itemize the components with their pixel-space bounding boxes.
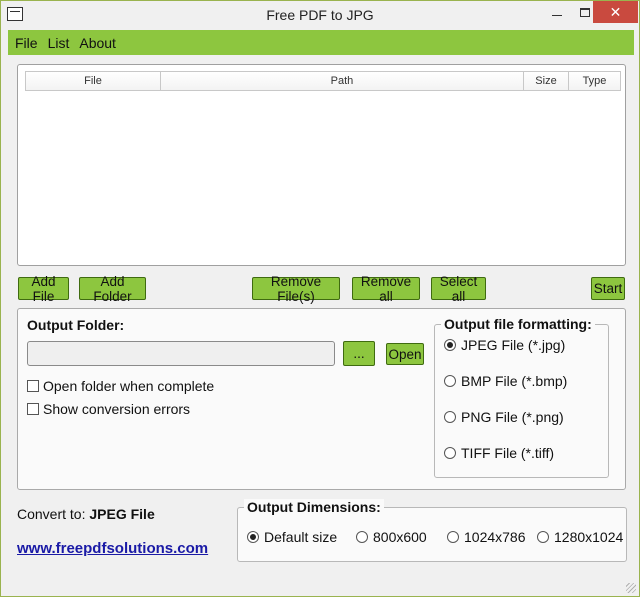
website-link[interactable]: www.freepdfsolutions.com [17, 540, 208, 557]
convert-to-label: Convert to: [17, 506, 86, 522]
dimension-option-1024x786[interactable]: 1024x786 [447, 529, 526, 545]
dimension-label-800x600: 800x600 [373, 529, 427, 545]
close-button[interactable]: ✕ [593, 1, 638, 23]
show-errors-checkbox[interactable] [27, 403, 39, 415]
open-folder-button[interactable]: Open [386, 343, 424, 365]
format-radio-png[interactable] [444, 411, 456, 423]
format-radio-tiff[interactable] [444, 447, 456, 459]
convert-to-value: JPEG File [89, 506, 155, 522]
dimension-label-1024x786: 1024x786 [464, 529, 526, 545]
format-radio-bmp[interactable] [444, 375, 456, 387]
convert-to-summary: Convert to: JPEG File [17, 506, 155, 522]
column-header-file[interactable]: File [25, 71, 161, 91]
column-header-path[interactable]: Path [161, 71, 524, 91]
output-folder-panel: Output Folder: ... Open Open folder when… [17, 308, 626, 490]
dimension-radio-800x600[interactable] [356, 531, 368, 543]
format-option-png[interactable]: PNG File (*.png) [444, 409, 564, 425]
app-window: Free PDF to JPG ✕ File List About File P… [0, 0, 640, 597]
open-when-complete-option[interactable]: Open folder when complete [27, 378, 214, 394]
format-option-tiff[interactable]: TIFF File (*.tiff) [444, 445, 554, 461]
menu-bar: File List About [8, 30, 634, 55]
output-dimensions-group: Output Dimensions: Default size 800x600 … [237, 499, 627, 562]
browse-folder-button[interactable]: ... [343, 341, 375, 366]
output-format-title: Output file formatting: [441, 316, 595, 332]
close-icon: ✕ [609, 3, 622, 20]
remove-all-button[interactable]: Remove all [352, 274, 420, 304]
dimension-radio-default[interactable] [247, 531, 259, 543]
dimension-option-default[interactable]: Default size [247, 529, 337, 545]
output-folder-input[interactable] [27, 341, 335, 366]
minimize-icon [552, 14, 562, 16]
format-radio-jpeg[interactable] [444, 339, 456, 351]
minimize-button[interactable] [543, 1, 571, 23]
format-label-tiff: TIFF File (*.tiff) [461, 445, 555, 461]
open-when-complete-label: Open folder when complete [43, 378, 215, 394]
format-option-bmp[interactable]: BMP File (*.bmp) [444, 373, 567, 389]
output-format-group: Output file formatting: JPEG File (*.jpg… [434, 316, 609, 478]
resize-grip[interactable] [626, 583, 636, 593]
dimension-radio-1024x786[interactable] [447, 531, 459, 543]
output-dimensions-title: Output Dimensions: [244, 499, 384, 515]
dimension-option-800x600[interactable]: 800x600 [356, 529, 427, 545]
file-list-header: File Path Size Type [25, 71, 621, 91]
column-header-type[interactable]: Type [569, 71, 621, 91]
menu-list[interactable]: List [43, 35, 75, 51]
dimension-radio-1280x1024[interactable] [537, 531, 549, 543]
menu-file[interactable]: File [8, 35, 43, 51]
menu-about[interactable]: About [74, 35, 121, 51]
dimension-label-default: Default size [264, 529, 338, 545]
output-folder-label: Output Folder: [27, 317, 125, 333]
column-header-size[interactable]: Size [524, 71, 569, 91]
add-file-button[interactable]: Add File [18, 274, 69, 304]
format-label-bmp: BMP File (*.bmp) [461, 373, 568, 389]
file-list[interactable]: File Path Size Type [17, 64, 626, 266]
start-button[interactable]: Start [591, 277, 625, 300]
select-all-button[interactable]: Select all [431, 274, 486, 304]
remove-files-button[interactable]: Remove File(s) [252, 274, 340, 304]
add-folder-button[interactable]: Add Folder [79, 274, 146, 304]
maximize-icon [580, 7, 590, 17]
format-option-jpeg[interactable]: JPEG File (*.jpg) [444, 337, 565, 353]
show-errors-option[interactable]: Show conversion errors [27, 401, 190, 417]
dimension-label-1280x1024: 1280x1024 [554, 529, 624, 545]
format-label-png: PNG File (*.png) [461, 409, 564, 425]
dimension-option-1280x1024[interactable]: 1280x1024 [537, 529, 623, 545]
format-label-jpeg: JPEG File (*.jpg) [461, 337, 566, 353]
title-bar: Free PDF to JPG ✕ [1, 1, 639, 30]
show-errors-label: Show conversion errors [43, 401, 191, 417]
open-when-complete-checkbox[interactable] [27, 380, 39, 392]
